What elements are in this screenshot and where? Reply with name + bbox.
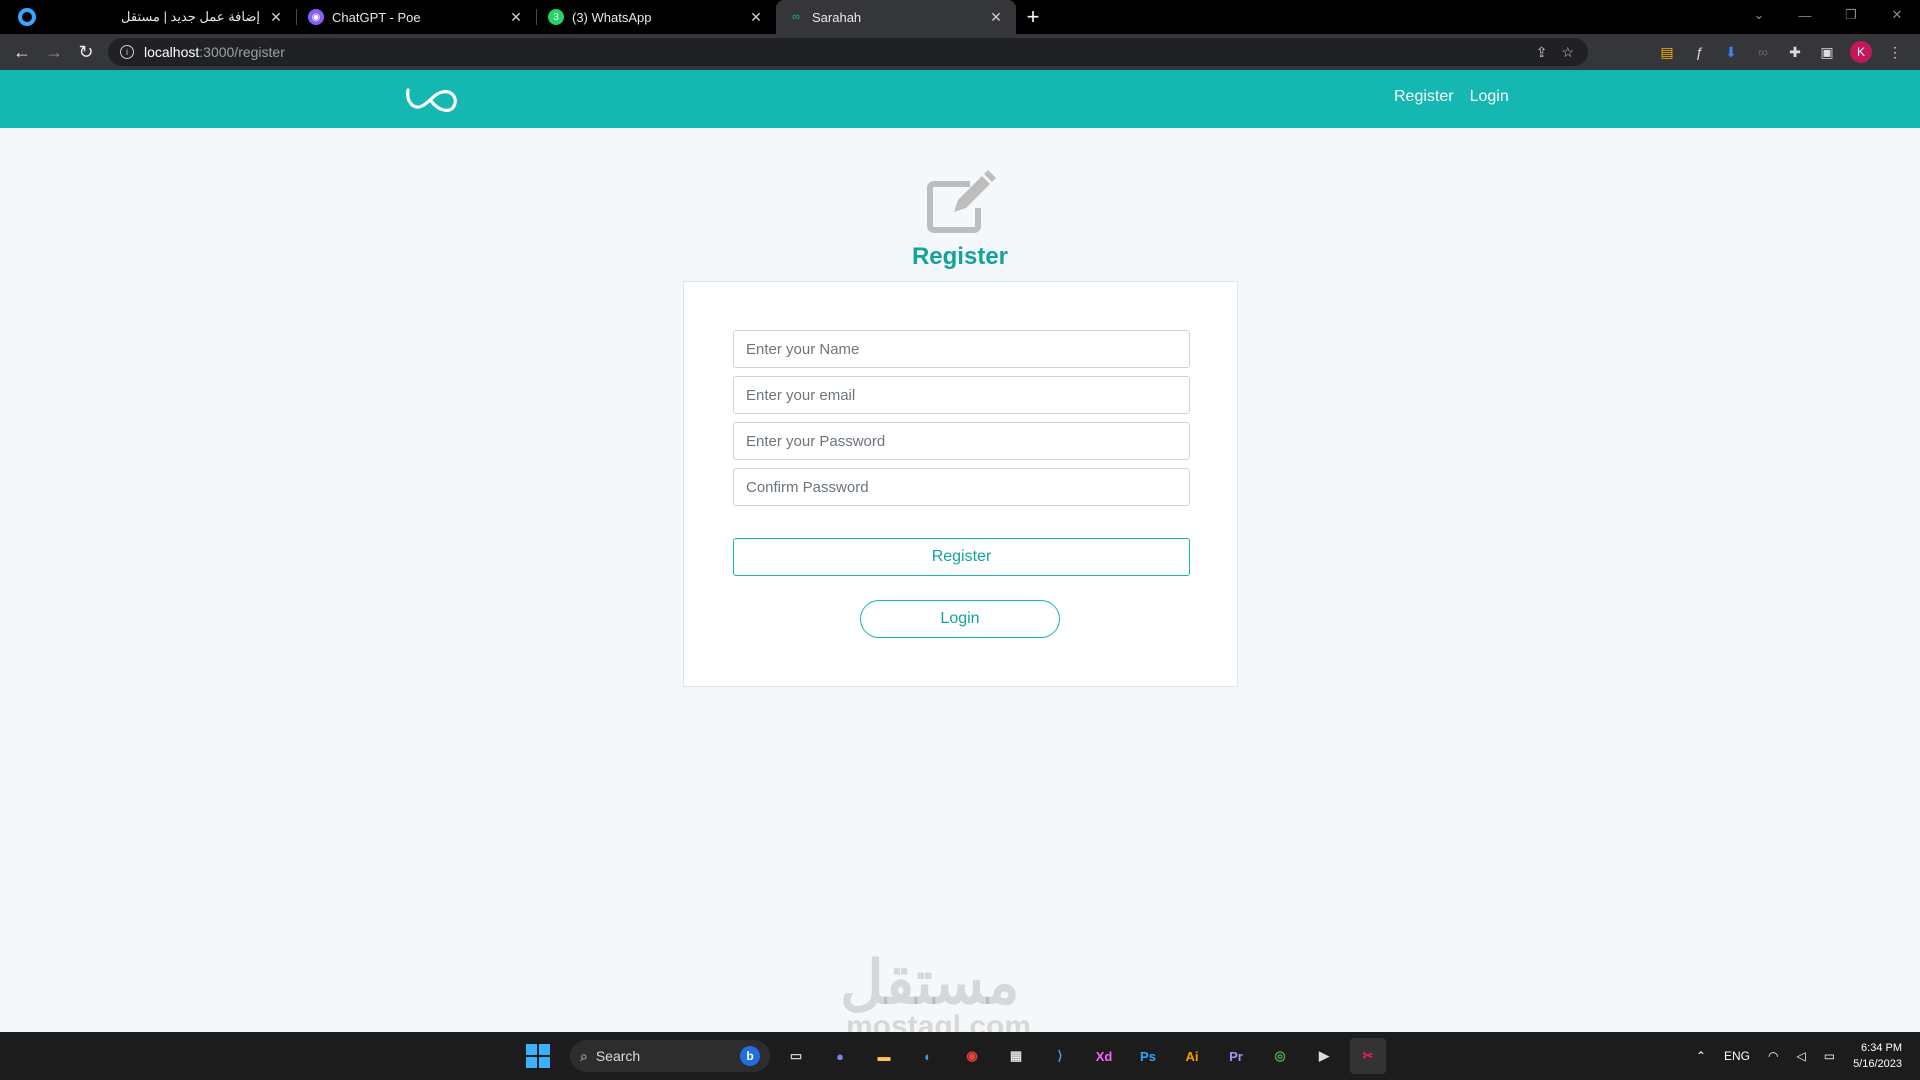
app-navbar: Register Login bbox=[0, 70, 1920, 128]
minimize-button[interactable]: — bbox=[1782, 0, 1828, 30]
watermark-logo: مستقل bbox=[840, 949, 1020, 1016]
xd-icon[interactable]: Xd bbox=[1086, 1038, 1122, 1074]
file-explorer-icon[interactable]: ▬ bbox=[866, 1038, 902, 1074]
system-tray: ⌃ ENG ◠ ◁ ▭ 6:34 PM 5/16/2023 bbox=[1696, 1032, 1902, 1080]
browser-tab-strip: إضافة عمل جديد | مستقل ✕ ◉ ChatGPT - Poe… bbox=[0, 0, 1920, 34]
windows-start-icon[interactable] bbox=[526, 1044, 550, 1068]
bookmark-star-icon[interactable]: ☆ bbox=[1561, 44, 1574, 61]
password-field[interactable] bbox=[733, 422, 1190, 460]
new-tab-button[interactable]: + bbox=[1016, 0, 1050, 34]
tab-sarahah[interactable]: ∞ Sarahah ✕ bbox=[776, 0, 1016, 34]
nav-login-link[interactable]: Login bbox=[1470, 88, 1509, 106]
share-icon[interactable]: ⇪ bbox=[1536, 44, 1548, 61]
poe-icon: ◉ bbox=[308, 9, 324, 25]
tab-whatsapp[interactable]: 3 (3) WhatsApp ✕ bbox=[536, 0, 776, 34]
extensions-puzzle-icon[interactable]: ✚ bbox=[1786, 43, 1804, 61]
name-field[interactable] bbox=[733, 330, 1190, 368]
reload-button[interactable]: ↻ bbox=[70, 36, 102, 68]
close-window-button[interactable]: ✕ bbox=[1874, 0, 1920, 30]
email-field[interactable] bbox=[733, 376, 1190, 414]
green-app-icon[interactable]: ◎ bbox=[1262, 1038, 1298, 1074]
nav-register-link[interactable]: Register bbox=[1394, 88, 1454, 106]
store-icon[interactable]: ▦ bbox=[998, 1038, 1034, 1074]
address-bar[interactable]: i localhost :3000/register ⇪ ☆ bbox=[108, 38, 1588, 66]
extension-fx-icon[interactable]: ƒ bbox=[1690, 43, 1708, 61]
wifi-icon[interactable]: ◠ bbox=[1768, 1049, 1778, 1063]
download-extension-icon[interactable]: ⬇ bbox=[1722, 43, 1740, 61]
profile-avatar[interactable]: K bbox=[1850, 41, 1872, 63]
tab-title: (3) WhatsApp bbox=[572, 9, 652, 25]
extensions-bar: ▤ ƒ ⬇ ∞ ✚ ▣ K ⋮ bbox=[1658, 38, 1904, 66]
snipping-tool-icon[interactable]: ✂ bbox=[1350, 1038, 1386, 1074]
browser-menu-kebab-icon[interactable]: ⋮ bbox=[1886, 43, 1904, 61]
edit-icon bbox=[927, 170, 996, 233]
clock-date: 5/16/2023 bbox=[1853, 1058, 1902, 1070]
show-hidden-icons-icon[interactable]: ⌃ bbox=[1696, 1049, 1706, 1063]
tabs: إضافة عمل جديد | مستقل ✕ ◉ ChatGPT - Poe… bbox=[56, 0, 1050, 34]
back-button[interactable]: ← bbox=[6, 36, 38, 68]
confirm-password-field[interactable] bbox=[733, 468, 1190, 506]
extension-colorful-icon[interactable]: ▤ bbox=[1658, 43, 1676, 61]
clock[interactable]: 6:34 PM 5/16/2023 bbox=[1853, 1040, 1902, 1072]
url-host: localhost bbox=[144, 44, 200, 60]
search-icon: ⌕ bbox=[580, 1047, 588, 1064]
edge-icon[interactable]: ◐ bbox=[910, 1038, 946, 1074]
language-indicator[interactable]: ENG bbox=[1724, 1049, 1750, 1063]
tab-close-icon[interactable]: ✕ bbox=[988, 9, 1004, 26]
os-taskbar: ⌕ Search b ▭ ● ▬ ◐ ◉ ▦ ⟩ Xd Ps Ai Pr ◎ ▶… bbox=[0, 1032, 1920, 1080]
register-submit-button[interactable]: Register bbox=[733, 538, 1190, 576]
battery-icon[interactable]: ▭ bbox=[1824, 1049, 1835, 1063]
terminal-icon[interactable]: ▶ bbox=[1306, 1038, 1342, 1074]
login-button[interactable]: Login bbox=[860, 600, 1060, 638]
tab-mostaql[interactable]: إضافة عمل جديد | مستقل ✕ bbox=[56, 0, 296, 34]
tab-close-icon[interactable]: ✕ bbox=[508, 9, 524, 26]
taskbar-apps: ⌕ Search b ▭ ● ▬ ◐ ◉ ▦ ⟩ Xd Ps Ai Pr ◎ ▶… bbox=[526, 1038, 1386, 1074]
bing-icon[interactable]: b bbox=[740, 1046, 760, 1066]
tab-close-icon[interactable]: ✕ bbox=[748, 9, 764, 26]
url-path: :3000/register bbox=[199, 44, 285, 60]
site-info-icon[interactable]: i bbox=[120, 45, 134, 59]
search-label: Search bbox=[595, 1048, 641, 1064]
task-view-icon[interactable]: ▭ bbox=[778, 1038, 814, 1074]
tab-close-icon[interactable]: ✕ bbox=[268, 9, 284, 26]
volume-icon[interactable]: ◁ bbox=[1796, 1049, 1805, 1063]
browser-menu-icon[interactable] bbox=[18, 8, 36, 26]
vscode-icon[interactable]: ⟩ bbox=[1042, 1038, 1078, 1074]
restore-button[interactable]: ❐ bbox=[1828, 0, 1874, 30]
page-title: Register bbox=[911, 243, 1009, 270]
taskbar-search[interactable]: ⌕ Search b bbox=[570, 1040, 770, 1072]
tab-title: إضافة عمل جديد | مستقل bbox=[121, 9, 260, 24]
tab-search-icon[interactable]: ⌄ bbox=[1736, 0, 1782, 30]
clock-time: 6:34 PM bbox=[1861, 1042, 1902, 1054]
window-controls: ⌄ — ❐ ✕ bbox=[1736, 0, 1920, 34]
illustrator-icon[interactable]: Ai bbox=[1174, 1038, 1210, 1074]
forward-button[interactable]: → bbox=[38, 36, 70, 68]
nav-links: Register Login bbox=[1394, 88, 1509, 106]
photoshop-icon[interactable]: Ps bbox=[1130, 1038, 1166, 1074]
teams-icon[interactable]: ● bbox=[822, 1038, 858, 1074]
extension-link-icon[interactable]: ∞ bbox=[1754, 43, 1772, 61]
side-panel-icon[interactable]: ▣ bbox=[1818, 43, 1836, 61]
register-header: Register bbox=[0, 170, 1920, 271]
tab-poe[interactable]: ◉ ChatGPT - Poe ✕ bbox=[296, 0, 536, 34]
premiere-icon[interactable]: Pr bbox=[1218, 1038, 1254, 1074]
register-form-card: Register Login bbox=[683, 281, 1238, 687]
browser-toolbar: ← → ↻ i localhost :3000/register ⇪ ☆ ▤ ƒ… bbox=[0, 34, 1920, 70]
chrome-icon[interactable]: ◉ bbox=[954, 1038, 990, 1074]
sarahah-icon: ∞ bbox=[792, 11, 800, 23]
tab-title: ChatGPT - Poe bbox=[332, 9, 421, 25]
whatsapp-icon: 3 bbox=[548, 9, 564, 25]
infinity-logo[interactable] bbox=[404, 84, 460, 114]
tab-title: Sarahah bbox=[812, 9, 862, 25]
